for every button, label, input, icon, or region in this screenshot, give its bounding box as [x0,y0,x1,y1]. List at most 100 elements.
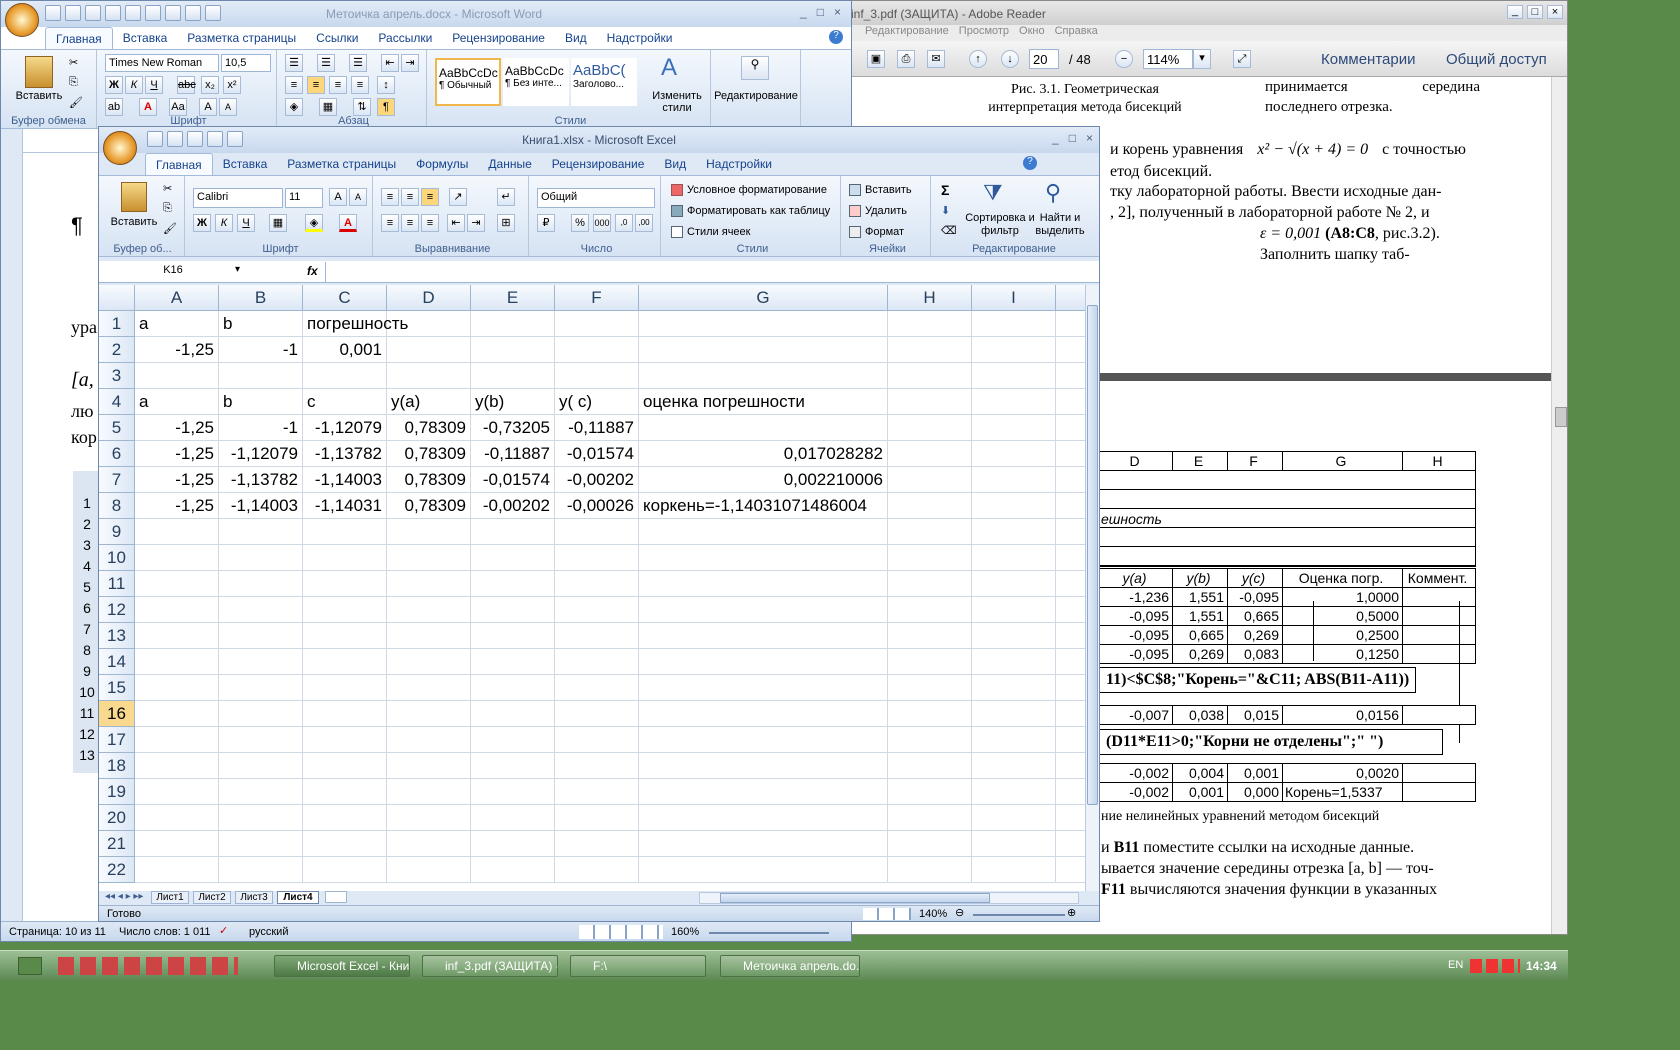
table-cell[interactable] [471,363,555,389]
table-cell[interactable] [555,545,639,571]
table-cell[interactable] [888,675,972,701]
save-icon[interactable]: ▣ [867,50,885,68]
conditional-format-button[interactable]: Условное форматирование [687,184,827,196]
table-cell[interactable]: -1,12079 [303,415,387,441]
numbering-icon[interactable]: ☰ [317,54,335,72]
table-cell[interactable] [1056,701,1085,727]
help-icon[interactable]: ? [829,30,843,44]
table-cell[interactable] [303,363,387,389]
grow-font-icon[interactable]: A [199,98,217,116]
fill-color-icon[interactable]: ◈ [305,214,323,232]
table-cell[interactable]: -0,00202 [471,493,555,519]
spellcheck-icon[interactable]: ✓ [219,924,228,937]
table-cell[interactable] [555,363,639,389]
table-cell[interactable] [135,805,219,831]
table-cell[interactable] [219,727,303,753]
column-header[interactable] [1056,285,1085,311]
align-top-icon[interactable]: ≡ [381,188,399,206]
table-cell[interactable] [972,415,1056,441]
shading-icon[interactable]: ◈ [285,98,303,116]
table-cell[interactable] [555,571,639,597]
taskbar-pdf[interactable]: inf_3.pdf (ЗАЩИТА) -... [422,955,558,977]
table-cell[interactable] [1056,389,1085,415]
table-cell[interactable] [1056,753,1085,779]
table-cell[interactable] [1056,727,1085,753]
tab-insert[interactable]: Вставка [213,153,278,175]
table-cell[interactable] [387,727,471,753]
column-header[interactable]: G [639,285,888,311]
table-cell[interactable]: -1,12079 [219,441,303,467]
zoom-slider[interactable] [709,932,829,934]
table-cell[interactable] [639,675,888,701]
table-cell[interactable] [888,857,972,883]
decrease-indent-icon[interactable]: ⇤ [381,54,399,72]
decrease-decimal-icon[interactable]: ,00 [635,214,653,232]
tab-references[interactable]: Ссылки [306,27,368,49]
table-cell[interactable] [387,701,471,727]
table-cell[interactable] [972,623,1056,649]
table-cell[interactable] [135,571,219,597]
table-cell[interactable] [888,441,972,467]
tab-layout[interactable]: Разметка страницы [277,153,406,175]
fullscreen-icon[interactable]: ⤢ [1233,50,1251,68]
comments-button[interactable]: Комментарии [1321,51,1415,68]
table-cell[interactable] [972,571,1056,597]
table-cell[interactable] [387,337,471,363]
table-cell[interactable]: a [135,389,219,415]
row-header[interactable]: 8 [99,493,135,519]
scroll-thumb[interactable] [1087,305,1098,805]
font-name-select[interactable]: Times New Roman [105,54,219,72]
superscript-icon[interactable]: x² [223,76,241,94]
zoom-in-icon[interactable]: ⊕ [1067,906,1076,919]
paste-button[interactable]: Вставить [11,90,67,102]
next-page-icon[interactable]: ↓ [1001,50,1019,68]
table-cell[interactable] [555,727,639,753]
table-cell[interactable]: a [135,311,219,337]
redo-icon[interactable] [85,5,101,21]
change-styles-button[interactable]: Изменить стили [647,90,707,114]
table-cell[interactable] [888,467,972,493]
tab-view[interactable]: Вид [654,153,696,175]
table-cell[interactable] [888,493,972,519]
print-icon[interactable]: ⎙ [897,50,915,68]
menu-item[interactable]: Справка [1055,25,1098,41]
fill-icon[interactable]: ⬇ [941,204,950,217]
maximize-icon[interactable]: □ [1069,131,1076,145]
table-cell[interactable]: 0,017028282 [639,441,888,467]
table-cell[interactable]: y(b) [471,389,555,415]
sort-filter-button[interactable]: Сортировка и фильтр [965,212,1035,238]
row-header[interactable]: 1 [99,311,135,337]
style-heading[interactable]: AaBbC( Заголово... [571,58,637,106]
bold-icon[interactable]: Ж [193,214,211,232]
tab-addins[interactable]: Надстройки [597,27,683,49]
copy-icon[interactable]: ⎘ [163,202,172,215]
tab-review[interactable]: Рецензирование [542,153,655,175]
page-number-input[interactable]: 20 [1029,49,1059,69]
table-cell[interactable] [471,649,555,675]
table-cell[interactable]: -0,11887 [471,441,555,467]
table-cell[interactable] [1056,415,1085,441]
table-cell[interactable] [135,545,219,571]
table-cell[interactable] [1056,363,1085,389]
table-cell[interactable]: -1,14003 [219,493,303,519]
align-center-icon[interactable]: ≡ [401,214,419,232]
table-cell[interactable] [219,623,303,649]
subscript-icon[interactable]: x₂ [201,76,219,94]
zoom-level[interactable]: 160% [671,926,699,938]
table-cell[interactable] [387,545,471,571]
thousands-icon[interactable]: 000 [593,214,611,232]
language-indicator[interactable]: EN [1448,959,1463,971]
table-cell[interactable] [555,805,639,831]
tab-layout[interactable]: Разметка страницы [177,27,306,49]
table-cell[interactable] [471,701,555,727]
scroll-thumb[interactable] [720,893,990,903]
table-cell[interactable] [639,649,888,675]
table-cell[interactable] [555,519,639,545]
table-cell[interactable] [888,805,972,831]
table-cell[interactable] [555,623,639,649]
table-cell[interactable] [888,337,972,363]
font-size-select[interactable]: 10,5 [221,54,271,72]
table-cell[interactable] [219,831,303,857]
name-box[interactable]: K16 [101,262,245,282]
table-cell[interactable] [387,805,471,831]
